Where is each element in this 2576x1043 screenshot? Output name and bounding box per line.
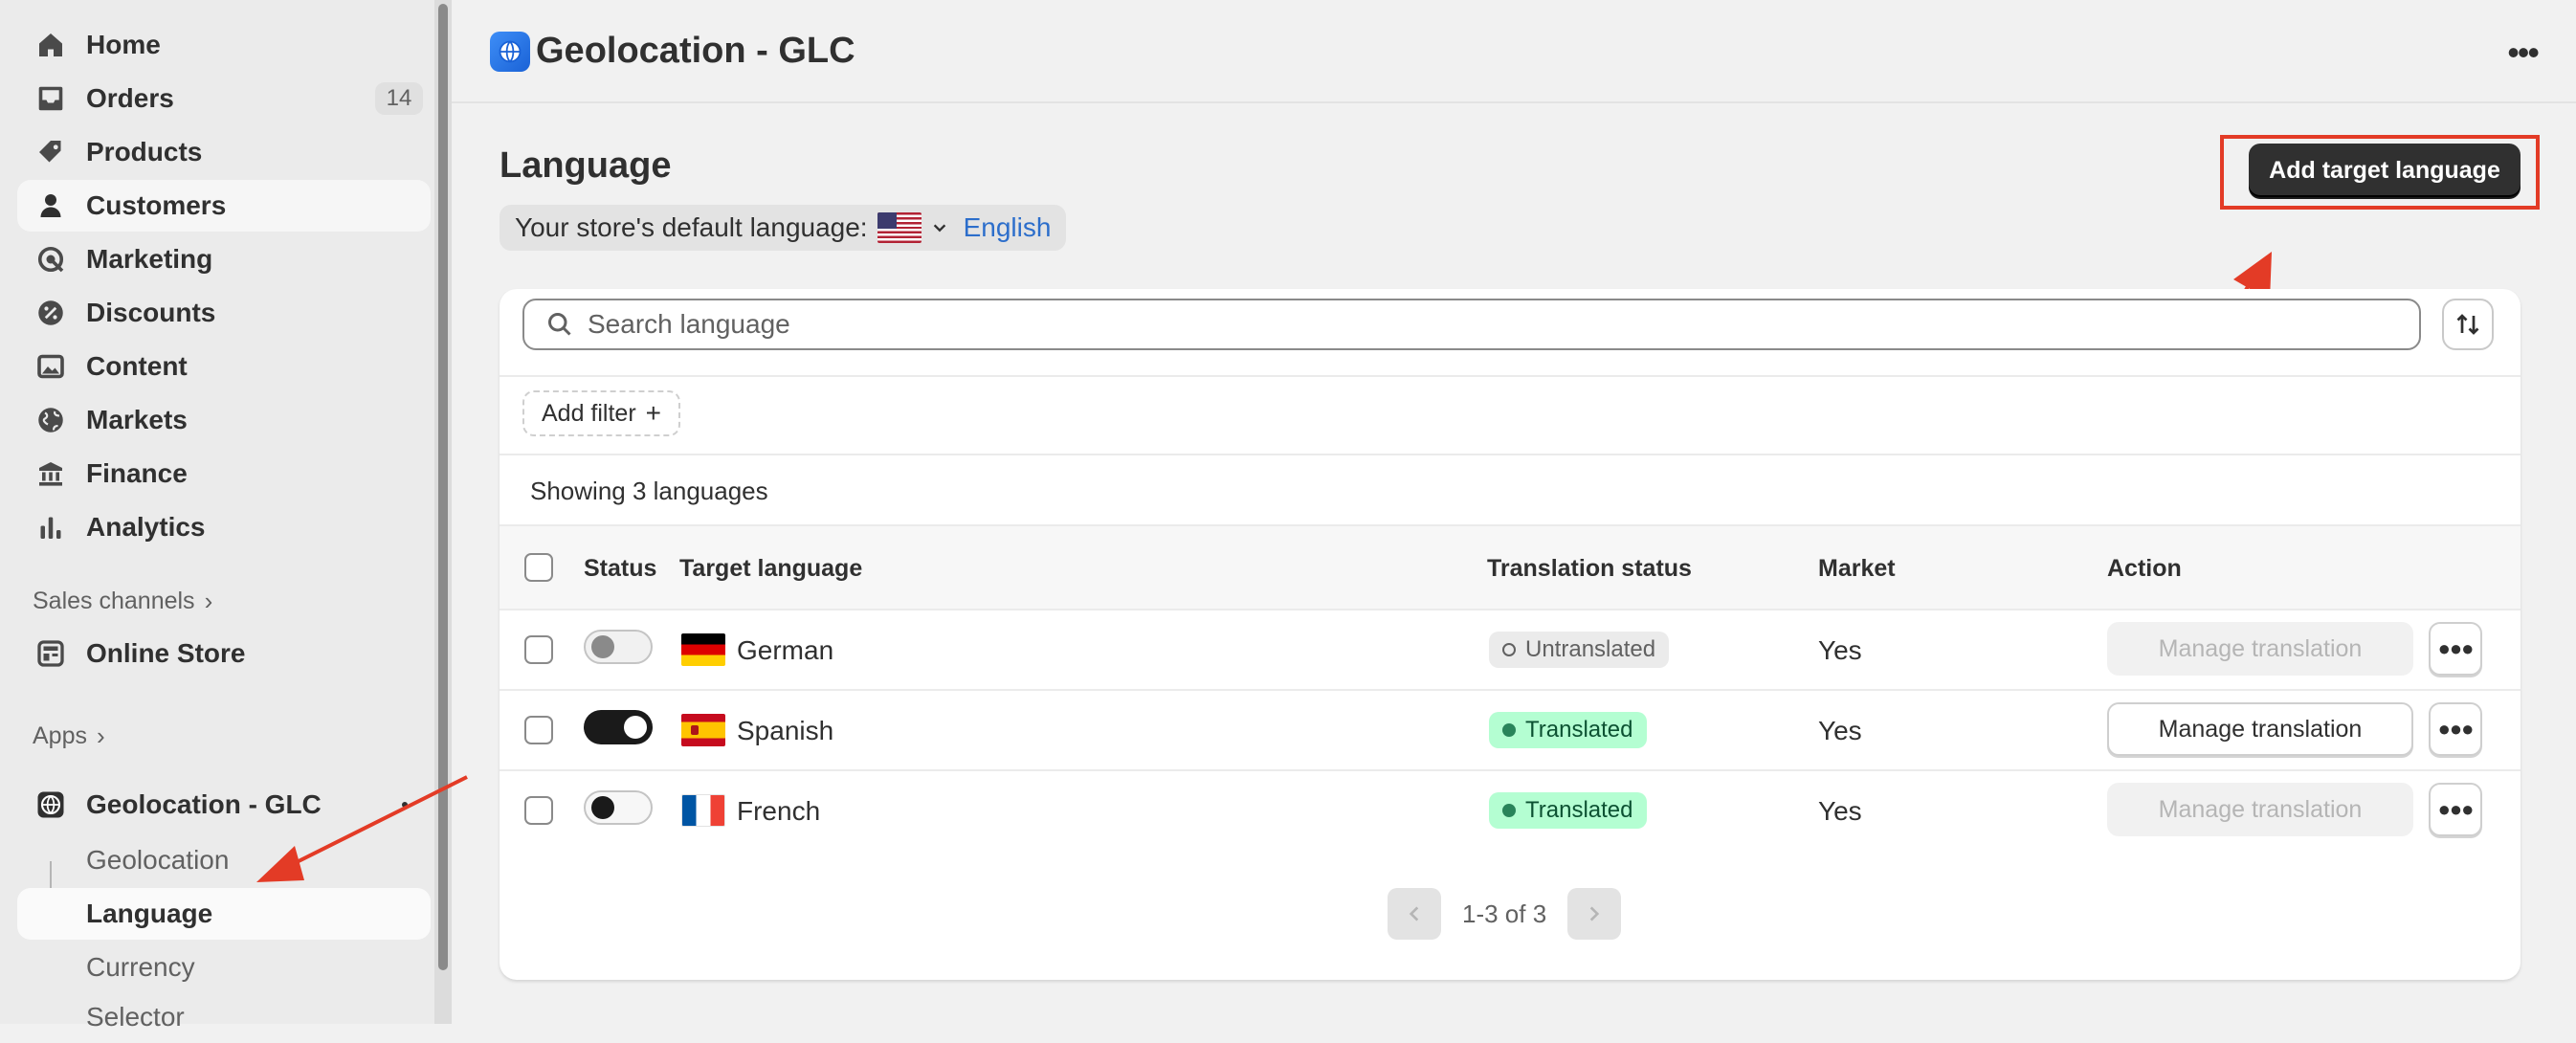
sort-arrows-icon <box>2456 314 2479 335</box>
status-toggle[interactable] <box>584 790 653 825</box>
translation-status-text: Translated <box>1525 717 1633 743</box>
language-name: German <box>737 635 834 665</box>
french-flag-icon <box>681 794 725 827</box>
row-checkbox[interactable] <box>524 716 553 744</box>
translation-status-badge: Translated <box>1489 712 1647 748</box>
spanish-flag-icon <box>681 714 725 746</box>
translation-status-text: Translated <box>1525 797 1633 823</box>
row-more-button[interactable]: ●●● <box>2429 622 2482 676</box>
row-checkbox[interactable] <box>524 796 553 825</box>
column-header-market[interactable]: Market <box>1818 555 1896 583</box>
select-all-checkbox[interactable] <box>524 553 553 582</box>
table-row: French Translated Yes Manage translation… <box>500 771 2520 852</box>
translation-status-badge: Translated <box>1489 792 1647 829</box>
chevron-left-icon <box>1409 906 1419 921</box>
toggle-knob <box>624 716 647 739</box>
language-name: French <box>737 796 821 826</box>
language-name: Spanish <box>737 716 834 745</box>
column-header-translation-status[interactable]: Translation status <box>1487 555 1692 583</box>
table-header: Status Target language Translation statu… <box>500 524 2520 610</box>
divider <box>500 375 2520 377</box>
more-horizontal-icon: ●●● <box>2437 636 2475 660</box>
search-input[interactable]: Search language <box>522 299 2421 350</box>
row-more-button[interactable]: ●●● <box>2429 702 2482 756</box>
status-toggle[interactable] <box>584 630 653 664</box>
search-placeholder: Search language <box>588 309 790 339</box>
market-value: Yes <box>1818 716 1862 745</box>
more-horizontal-icon: ●●● <box>2437 797 2475 821</box>
toggle-knob <box>591 635 614 658</box>
status-dot-icon <box>1502 804 1516 817</box>
sort-button[interactable] <box>2442 299 2494 350</box>
translation-status-badge: Untranslated <box>1489 632 1670 668</box>
more-horizontal-icon: ●●● <box>2437 717 2475 741</box>
pagination: 1-3 of 3 <box>1388 888 1622 940</box>
translation-status-text: Untranslated <box>1525 636 1656 662</box>
column-header-action[interactable]: Action <box>2107 555 2182 583</box>
pagination-range: 1-3 of 3 <box>1462 899 1547 928</box>
toggle-knob <box>591 796 614 819</box>
market-value: Yes <box>1818 796 1862 826</box>
divider <box>500 454 2520 455</box>
manage-translation-button[interactable]: Manage translation <box>2107 622 2413 676</box>
status-circle-icon <box>1502 643 1516 656</box>
table-row: Spanish Translated Yes Manage translatio… <box>500 691 2520 771</box>
row-more-button[interactable]: ●●● <box>2429 783 2482 836</box>
manage-translation-button[interactable]: Manage translation <box>2107 702 2413 756</box>
annotation-arrow-to-language <box>256 775 468 882</box>
table-row: German Untranslated Yes Manage translati… <box>500 610 2520 691</box>
add-filter-button[interactable]: Add filter + <box>522 390 681 436</box>
previous-page-button[interactable] <box>1388 888 1441 940</box>
add-filter-label: Add filter <box>542 399 636 427</box>
chevron-right-icon <box>1589 906 1600 921</box>
row-checkbox[interactable] <box>524 635 553 664</box>
search-icon <box>548 313 571 336</box>
languages-card: Search language Add filter + Showing 3 l… <box>500 289 2520 980</box>
status-toggle[interactable] <box>584 710 653 744</box>
manage-translation-button[interactable]: Manage translation <box>2107 783 2413 836</box>
column-header-target-language[interactable]: Target language <box>679 555 862 583</box>
market-value: Yes <box>1818 635 1862 665</box>
column-header-status[interactable]: Status <box>584 555 656 583</box>
next-page-button[interactable] <box>1567 888 1622 940</box>
german-flag-icon <box>681 633 725 666</box>
plus-icon: + <box>645 398 662 428</box>
results-count: Showing 3 languages <box>530 477 768 505</box>
status-dot-icon <box>1502 723 1516 737</box>
